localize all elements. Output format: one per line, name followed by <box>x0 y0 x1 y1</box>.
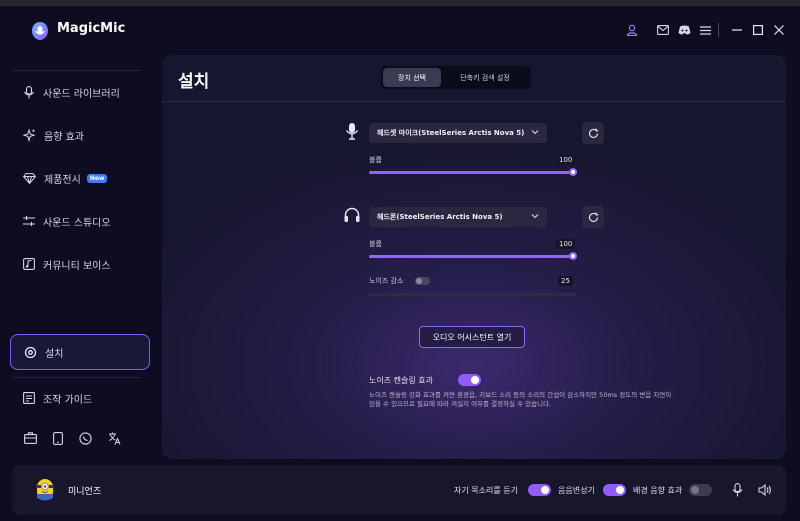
mic-volume-label: 볼륨 <box>369 156 382 164</box>
speaker-icon[interactable] <box>758 484 772 496</box>
sidebar: 사운드 라이브러리 음향 효과 제품전시 New 사운드 스튜디오 커뮤니티 보… <box>0 54 150 464</box>
voice-changer-toggle[interactable] <box>603 484 626 496</box>
user-icon[interactable] <box>624 22 640 38</box>
headphone-volume-slider[interactable] <box>369 252 577 260</box>
noise-cancel-toggle[interactable] <box>458 374 481 386</box>
microphone-icon <box>345 123 359 140</box>
title-bar: MagicMic <box>0 6 800 54</box>
settings-tabs: 장치 선택 단축키 검색 설정 <box>381 66 531 89</box>
sidebar-item-product-showcase[interactable]: 제품전시 New <box>10 160 150 196</box>
hear-myself-toggle[interactable] <box>528 484 551 496</box>
noise-cancel-description: 노이즈 캔슬링 강화 효과를 켜면 환경음, 키보드 소리 등의 소리의 간섭이… <box>369 391 672 408</box>
mail-icon[interactable] <box>655 22 671 38</box>
mic-volume-slider[interactable] <box>369 168 577 176</box>
noise-cancel-title: 노이즈 캔슬링 효과 <box>369 376 433 385</box>
headphone-volume-fill <box>369 255 576 258</box>
sidebar-item-label: 조작 가이드 <box>43 394 93 406</box>
mic-volume-handle[interactable] <box>569 168 577 176</box>
sidebar-item-sound-library[interactable]: 사운드 라이브러리 <box>10 74 150 110</box>
translate-icon[interactable] <box>108 432 121 445</box>
sidebar-item-label: 사운드 라이브러리 <box>43 88 120 100</box>
mobile-icon[interactable] <box>53 432 63 445</box>
magicmic-logo <box>32 22 48 40</box>
bg-effect-toggle[interactable] <box>689 484 712 496</box>
headphone-volume-value: 100 <box>556 239 576 249</box>
bg-effect-label: 배경 음향 효과 <box>633 486 683 495</box>
page-title: 설치 <box>178 72 210 92</box>
sidebar-item-sound-effects[interactable]: 음향 효과 <box>10 117 150 153</box>
hear-myself-label: 자기 목소리를 듣기 <box>454 486 518 495</box>
sidebar-item-label: 커뮤니티 보이스 <box>43 260 111 272</box>
refresh-icon <box>588 128 598 138</box>
headphone-volume-label: 볼륨 <box>369 240 382 248</box>
sidebar-divider <box>12 377 142 378</box>
maximize-icon[interactable] <box>750 22 766 38</box>
music-note-icon <box>23 258 35 270</box>
sidebar-item-guide[interactable]: 조작 가이드 <box>10 380 150 416</box>
voice-changer-label: 음음변성기 <box>558 486 595 495</box>
sliders-icon <box>23 216 35 226</box>
noise-reduction-value: 25 <box>558 276 573 286</box>
gear-icon <box>24 346 37 358</box>
noise-reduction-toggle[interactable] <box>415 277 430 285</box>
menu-icon[interactable] <box>697 22 713 38</box>
headphone-device-select[interactable]: 헤드폰(SteelSeries Arctis Nova 5) <box>369 207 547 227</box>
headphone-device-value: 헤드폰(SteelSeries Arctis Nova 5) <box>377 213 503 221</box>
sidebar-item-label: 설치 <box>45 348 64 360</box>
sidebar-bottom-icons <box>24 432 121 445</box>
headphone-volume-handle[interactable] <box>569 252 577 260</box>
sidebar-item-sound-studio[interactable]: 사운드 스튜디오 <box>10 203 150 239</box>
app-window: MagicMic 사운드 라이브러리 음향 효과 제품전시 New 사운드 스튜… <box>0 6 800 521</box>
chevron-down-icon <box>531 130 539 135</box>
header-divider <box>162 101 786 102</box>
sidebar-item-settings[interactable]: 설치 <box>10 334 150 370</box>
chevron-down-icon <box>531 214 539 219</box>
whatsapp-icon[interactable] <box>79 432 92 445</box>
new-badge: New <box>86 173 108 183</box>
tab-device-select[interactable]: 장치 선택 <box>383 68 441 87</box>
mic-device-select[interactable]: 헤드셋 마이크(SteelSeries Arctis Nova 5) <box>369 123 547 143</box>
noise-reduction-slider[interactable] <box>369 293 576 296</box>
titlebar-divider <box>718 23 719 37</box>
sparkle-icon <box>23 128 36 142</box>
headphone-icon <box>344 207 360 222</box>
mic-volume-value: 100 <box>556 155 576 165</box>
minion-avatar[interactable] <box>34 477 56 502</box>
mic-refresh-button[interactable] <box>582 122 604 144</box>
sidebar-item-label: 음향 효과 <box>44 131 84 143</box>
close-icon[interactable] <box>771 22 787 38</box>
mic-toggle-icon[interactable] <box>732 483 743 497</box>
toolbox-icon[interactable] <box>24 432 37 444</box>
app-title: MagicMic <box>57 21 126 36</box>
mic-volume-fill <box>369 171 576 174</box>
noise-reduction-label: 노이즈 감소 <box>369 277 404 285</box>
discord-icon[interactable] <box>676 22 692 38</box>
settings-panel: 설치 장치 선택 단축키 검색 설정 헤드셋 마이크(SteelSeries A… <box>162 55 786 459</box>
headphone-refresh-button[interactable] <box>582 206 604 228</box>
minimize-icon[interactable] <box>729 22 745 38</box>
open-audio-assistant-button[interactable]: 오디오 어시스턴트 열기 <box>419 326 525 348</box>
mic-device-value: 헤드셋 마이크(SteelSeries Arctis Nova 5) <box>377 129 525 137</box>
tab-shortcut-settings[interactable]: 단축키 검색 설정 <box>441 68 529 87</box>
sidebar-item-community-voice[interactable]: 커뮤니티 보이스 <box>10 246 150 282</box>
mic-icon <box>24 85 34 98</box>
refresh-icon <box>588 212 598 222</box>
guide-icon <box>23 392 35 404</box>
sidebar-item-label: 사운드 스튜디오 <box>43 217 111 229</box>
bottom-bar: 미니언즈 자기 목소리를 듣기 음음변성기 배경 음향 효과 <box>12 465 786 515</box>
username: 미니언즈 <box>68 487 102 497</box>
sidebar-divider <box>12 70 142 71</box>
sidebar-item-label: 제품전시 <box>44 174 81 186</box>
diamond-icon <box>23 172 36 184</box>
